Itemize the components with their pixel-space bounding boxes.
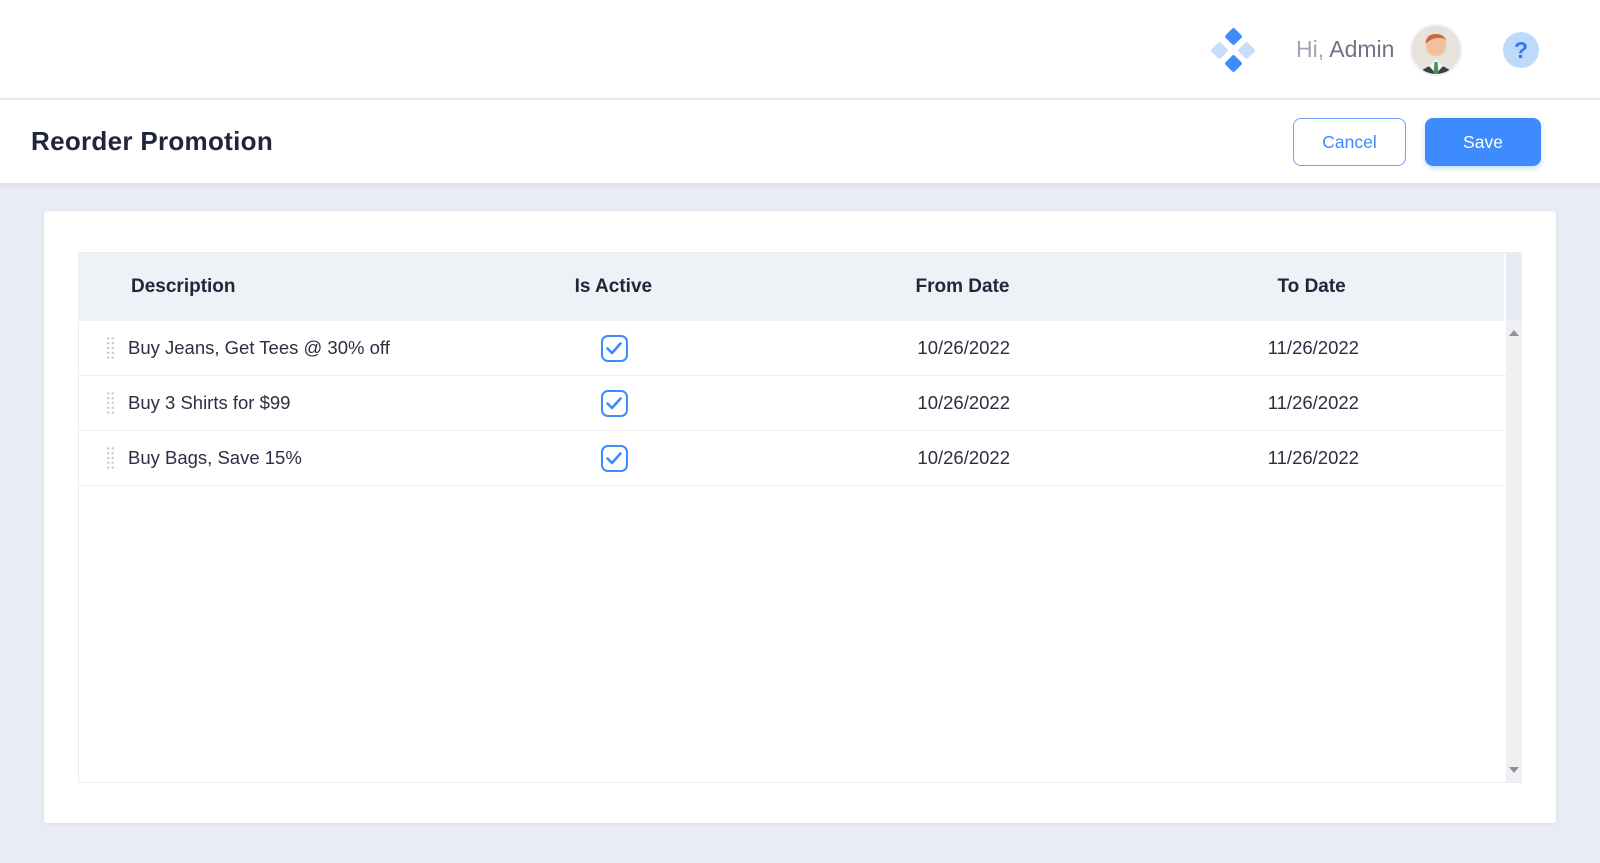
to-date: 11/26/2022 <box>1268 392 1359 414</box>
drag-handle-icon[interactable] <box>106 446 115 470</box>
header-is-active: Is Active <box>421 276 806 298</box>
promotion-description: Buy 3 Shirts for $99 <box>128 392 290 414</box>
check-icon <box>606 342 622 355</box>
from-date: 10/26/2022 <box>917 337 1010 359</box>
table-header: Description Is Active From Date To Date <box>79 253 1521 321</box>
greeting-name: Admin <box>1329 36 1394 62</box>
table-row: Buy 3 Shirts for $99 10/26/2022 11/26/20… <box>79 376 1506 431</box>
header-scrollbar-corner <box>1504 253 1521 321</box>
help-button[interactable]: ? <box>1503 32 1539 68</box>
promotions-table: Description Is Active From Date To Date … <box>78 252 1522 783</box>
from-date: 10/26/2022 <box>917 392 1010 414</box>
scroll-up-icon[interactable] <box>1509 330 1519 336</box>
diamond-top <box>1224 27 1242 45</box>
content-card: Description Is Active From Date To Date … <box>44 211 1556 823</box>
diamond-left <box>1210 41 1228 59</box>
header-to-date: To Date <box>1119 276 1504 298</box>
avatar-illustration <box>1412 26 1460 74</box>
table-row: Buy Jeans, Get Tees @ 30% off 10/26/2022… <box>79 321 1506 376</box>
promotion-description: Buy Bags, Save 15% <box>128 447 302 469</box>
check-icon <box>606 397 622 410</box>
top-bar: Hi, Admin ? <box>0 0 1600 99</box>
to-date: 11/26/2022 <box>1268 337 1359 359</box>
vertical-scrollbar[interactable] <box>1506 321 1521 782</box>
is-active-checkbox[interactable] <box>601 390 628 417</box>
from-date: 10/26/2022 <box>917 447 1010 469</box>
header-description: Description <box>79 276 421 298</box>
greeting-prefix: Hi, <box>1296 36 1324 62</box>
apps-grid-icon[interactable] <box>1212 29 1254 71</box>
table-header-cells: Description Is Active From Date To Date <box>79 253 1504 321</box>
greeting: Hi, Admin <box>1296 0 1394 99</box>
is-active-checkbox[interactable] <box>601 445 628 472</box>
table-body: Buy Jeans, Get Tees @ 30% off 10/26/2022… <box>79 321 1506 782</box>
user-avatar[interactable] <box>1410 24 1462 76</box>
drag-handle-icon[interactable] <box>106 391 115 415</box>
check-icon <box>606 452 622 465</box>
cancel-button[interactable]: Cancel <box>1293 118 1406 166</box>
to-date: 11/26/2022 <box>1268 447 1359 469</box>
page-title: Reorder Promotion <box>31 100 273 183</box>
diamond-bottom <box>1224 54 1242 72</box>
diamond-right <box>1237 41 1255 59</box>
is-active-checkbox[interactable] <box>601 335 628 362</box>
scroll-down-icon[interactable] <box>1509 767 1519 773</box>
question-mark-icon: ? <box>1514 37 1528 64</box>
promotion-description: Buy Jeans, Get Tees @ 30% off <box>128 337 390 359</box>
drag-handle-icon[interactable] <box>106 336 115 360</box>
save-button[interactable]: Save <box>1425 118 1541 166</box>
header-from-date: From Date <box>806 276 1120 298</box>
page-toolbar: Reorder Promotion Cancel Save <box>0 100 1600 183</box>
table-row: Buy Bags, Save 15% 10/26/2022 11/26/2022 <box>79 431 1506 486</box>
